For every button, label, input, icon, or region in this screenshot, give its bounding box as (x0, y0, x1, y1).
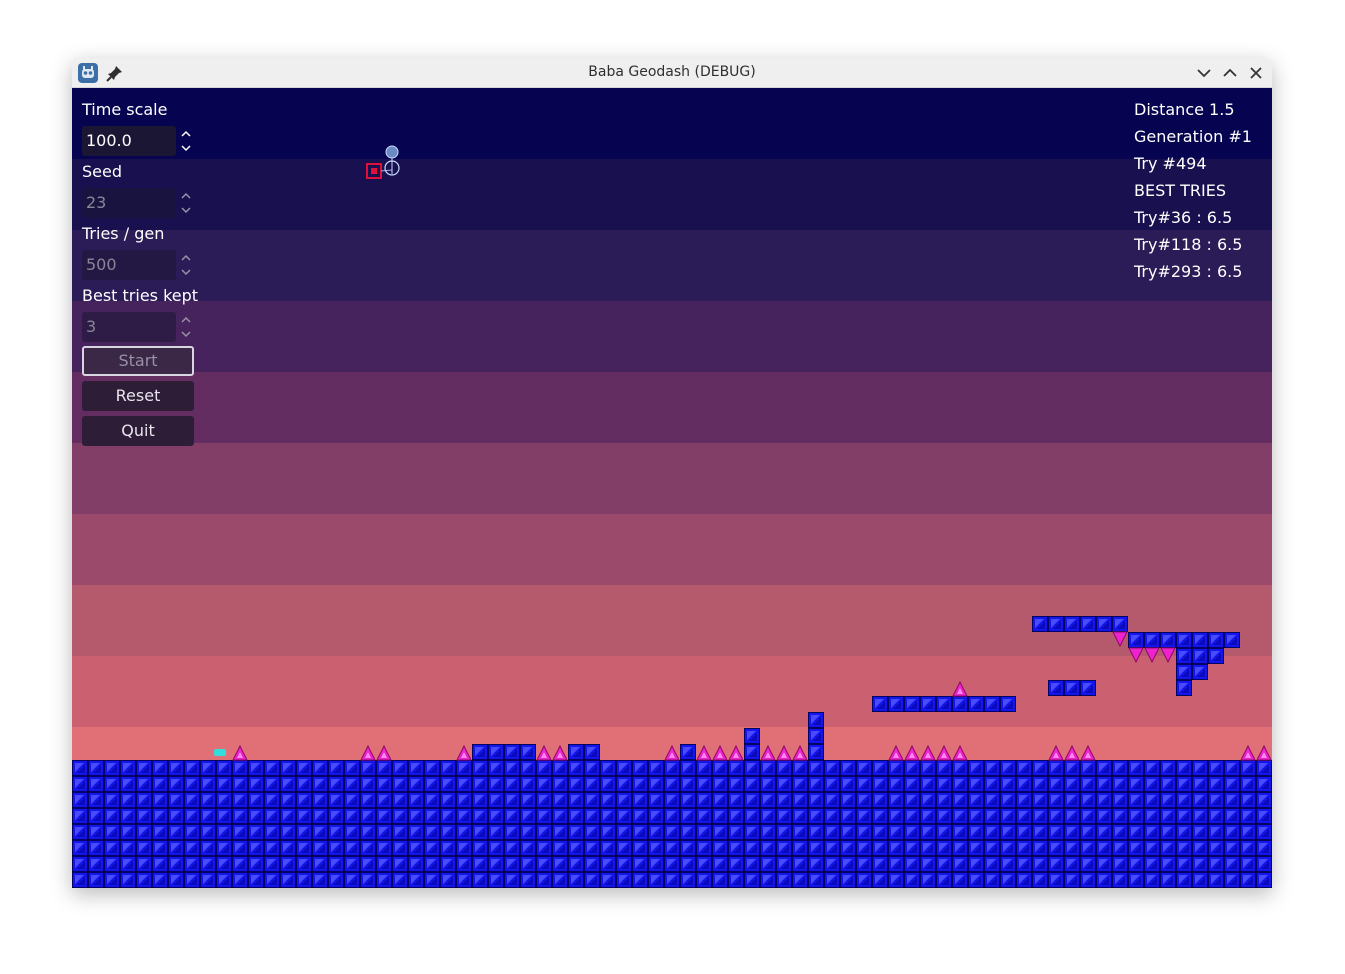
tries-per-gen-input[interactable]: 500 (82, 250, 176, 280)
tries-per-gen-label: Tries / gen (82, 224, 165, 243)
block-tile (1128, 632, 1240, 648)
spike (1144, 647, 1160, 664)
seed-stepper-icon[interactable] (180, 188, 192, 218)
quit-button[interactable]: Quit (82, 416, 194, 446)
close-icon[interactable] (1245, 62, 1267, 84)
spike (1160, 647, 1176, 664)
time-scale-input[interactable]: 100.0 (82, 126, 176, 156)
chevron-down-icon[interactable] (1193, 62, 1215, 84)
window-title: Baba Geodash (DEBUG) (588, 64, 756, 80)
seed-label: Seed (82, 162, 122, 181)
best-tries-header: BEST TRIES (1134, 181, 1226, 200)
block-tile (744, 728, 760, 760)
best-tries-kept-label: Best tries kept (82, 286, 199, 305)
generation-readout: Generation #1 (1134, 127, 1252, 146)
block-tile (680, 744, 696, 760)
time-scale-stepper-icon[interactable] (180, 126, 192, 156)
best-try-entry: Try#36 : 6.5 (1134, 208, 1233, 227)
spike (1112, 631, 1128, 648)
debug-marker-dot (371, 168, 377, 174)
seed-input[interactable]: 23 (82, 188, 176, 218)
block-tile (1176, 680, 1192, 696)
level-world (72, 145, 1272, 888)
distance-readout: Distance 1.5 (1134, 100, 1235, 119)
best-try-entry: Try#118 : 6.5 (1134, 235, 1243, 254)
spike (1128, 647, 1144, 664)
block-tile (1048, 680, 1096, 696)
title-bar[interactable]: Baba Geodash (DEBUG) (72, 58, 1272, 88)
best-tries-kept-input[interactable]: 3 (82, 312, 176, 342)
tries-per-gen-stepper-icon[interactable] (180, 250, 192, 280)
player-cube (214, 749, 226, 756)
time-scale-label: Time scale (82, 100, 168, 119)
debug-camera-icon (385, 145, 399, 159)
block-tile (568, 744, 600, 760)
block-tile (872, 696, 1016, 712)
block-tile (1176, 664, 1208, 680)
best-tries-kept-stepper-icon[interactable] (180, 312, 192, 342)
block-tile (808, 712, 824, 760)
chevron-up-icon[interactable] (1219, 62, 1241, 84)
game-window: Baba Geodash (DEBUG) Time scale 100.0 Se… (72, 58, 1272, 888)
try-readout: Try #494 (1134, 154, 1207, 173)
game-viewport[interactable]: Time scale 100.0 Seed 23 Tries / gen 500… (72, 88, 1272, 888)
debug-line (380, 169, 393, 172)
reset-button[interactable]: Reset (82, 381, 194, 411)
start-button[interactable]: Start (82, 346, 194, 376)
block-tile (472, 744, 536, 760)
best-try-entry: Try#293 : 6.5 (1134, 262, 1243, 281)
block-tile (1032, 616, 1128, 632)
block-tile (1176, 648, 1224, 664)
block-tile (72, 760, 1272, 888)
